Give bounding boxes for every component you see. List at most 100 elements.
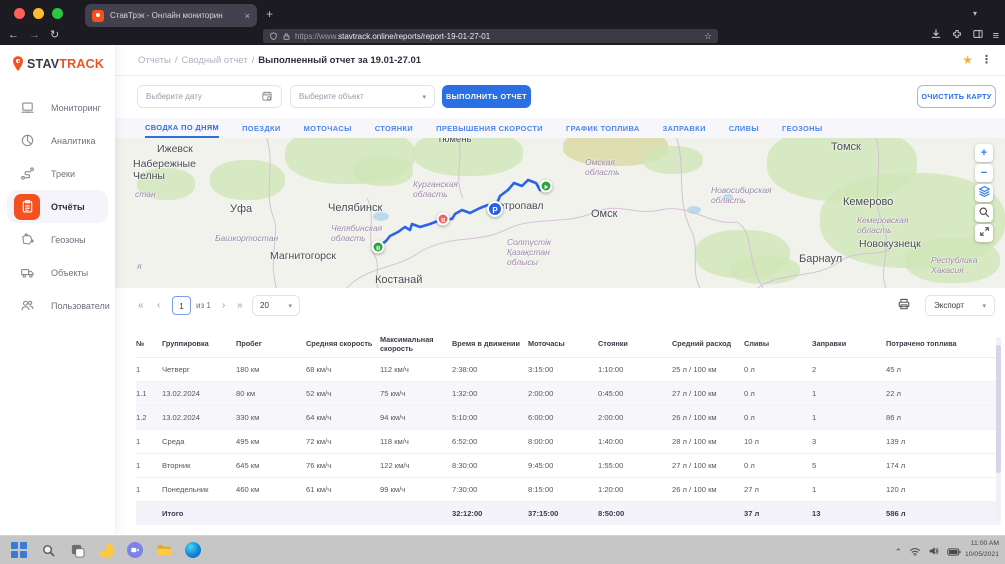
tab-motochasy[interactable]: МОТОЧАСЫ xyxy=(304,118,352,138)
date-picker-input[interactable]: Выберите дату xyxy=(137,85,282,108)
sidebar-item-tracks[interactable]: Треки xyxy=(0,157,115,190)
tab-stoyanki[interactable]: СТОЯНКИ xyxy=(375,118,413,138)
sidebar-item-reports[interactable]: Отчёты xyxy=(7,190,108,223)
night-mode-icon[interactable] xyxy=(97,541,115,559)
table-row[interactable]: 1.1 13.02.2024 80 км 52 км/ч 75 км/ч 1:3… xyxy=(136,382,1000,406)
table-header-cell[interactable]: Средняя скорость xyxy=(306,339,380,348)
scrollbar-thumb[interactable] xyxy=(996,345,1001,473)
chat-icon[interactable] xyxy=(126,541,144,559)
table-row[interactable]: 1 Вторник 645 км 76 км/ч 122 км/ч 8:30:0… xyxy=(136,454,1000,478)
file-explorer-icon[interactable] xyxy=(155,541,173,559)
prev-page-button[interactable]: ‹ xyxy=(157,299,160,313)
kebab-menu-icon[interactable]: ⋮ xyxy=(981,53,992,66)
stavtrack-logo[interactable]: STAVTRACK xyxy=(11,55,104,73)
table-header-cell[interactable]: Средний расход xyxy=(672,339,744,348)
tab-prevysheniya[interactable]: ПРЕВЫШЕНИЯ СКОРОСТИ xyxy=(436,118,543,138)
table-header-cell[interactable]: Пробег xyxy=(236,339,306,348)
sidebar-item-users[interactable]: Пользователи xyxy=(0,289,115,322)
map[interactable]: ТюменьИжевскНабережные ЧелныстанУфаБашко… xyxy=(115,138,1005,288)
table-header-cell[interactable]: Моточасы xyxy=(528,339,598,348)
tab-grafik-topliva[interactable]: ГРАФИК ТОПЛИВА xyxy=(566,118,640,138)
bookmark-star-icon[interactable]: ☆ xyxy=(704,31,712,42)
downloads-icon[interactable] xyxy=(930,27,942,45)
lock-icon[interactable] xyxy=(282,32,291,41)
next-page-button[interactable]: › xyxy=(222,299,225,313)
map-layers-button[interactable] xyxy=(975,184,993,202)
table-header-cell[interactable]: Время в движении xyxy=(452,339,528,348)
clear-map-button[interactable]: ОЧИСТИТЬ КАРТУ xyxy=(917,85,996,108)
menu-hamburger-icon[interactable]: ≡ xyxy=(993,30,999,42)
new-tab-button[interactable]: + xyxy=(266,8,273,20)
tab-close-icon[interactable]: × xyxy=(245,11,250,21)
favorite-star-icon[interactable]: ★ xyxy=(962,53,973,67)
table-scrollbar[interactable] xyxy=(996,337,1001,523)
forward-button[interactable]: → xyxy=(29,27,40,44)
table-row[interactable]: 1.2 13.02.2024 330 км 64 км/ч 94 км/ч 5:… xyxy=(136,406,1000,430)
wifi-icon[interactable] xyxy=(909,543,921,561)
tab-poezdki[interactable]: ПОЕЗДКИ xyxy=(242,118,281,138)
sidebar-panel-icon[interactable] xyxy=(972,27,984,45)
edge-browser-icon[interactable] xyxy=(184,541,202,559)
map-search-button[interactable] xyxy=(975,204,993,222)
battery-icon[interactable] xyxy=(947,543,961,561)
table-header-cell[interactable]: № xyxy=(136,339,162,348)
tab-geozony[interactable]: ГЕОЗОНЫ xyxy=(782,118,823,138)
run-report-button[interactable]: ВЫПОЛНИТЬ ОТЧЕТ xyxy=(442,85,531,108)
table-header-cell[interactable]: Потрачено топлива xyxy=(886,339,1000,348)
last-page-button[interactable]: » xyxy=(237,299,243,313)
parking-marker[interactable]: P xyxy=(487,201,503,217)
table-row[interactable]: 1 Четверг 180 км 68 км/ч 112 км/ч 2:38:0… xyxy=(136,358,1000,382)
extensions-icon[interactable] xyxy=(951,27,963,45)
browser-tab[interactable]: СтавТрэк - Онлайн мониторин × xyxy=(85,4,257,27)
minimize-window-button[interactable] xyxy=(33,8,44,19)
logo-pin-icon xyxy=(11,55,25,73)
current-page-input[interactable]: 1 xyxy=(172,296,191,315)
table-header-cell[interactable]: Заправки xyxy=(812,339,886,348)
close-window-button[interactable] xyxy=(14,8,25,19)
sidebar-item-analytics[interactable]: Аналитика xyxy=(0,124,115,157)
stop-marker[interactable] xyxy=(437,213,450,226)
sidebar-item-objects[interactable]: Объекты xyxy=(0,256,115,289)
table-header-cell[interactable]: Стоянки xyxy=(598,339,672,348)
print-button[interactable] xyxy=(897,297,911,313)
export-select[interactable]: Экспорт▾ xyxy=(925,295,995,316)
shield-icon[interactable] xyxy=(269,32,278,41)
tab-slivy[interactable]: СЛИВЫ xyxy=(729,118,759,138)
route-end-marker[interactable] xyxy=(372,241,385,254)
tab-svodka[interactable]: СВОДКА ПО ДНЯМ xyxy=(145,118,219,138)
tray-chevron-icon[interactable]: ⌃ xyxy=(894,547,902,558)
taskbar-search-icon[interactable] xyxy=(39,541,57,559)
table-header-cell[interactable]: Сливы xyxy=(744,339,812,348)
page-size-select[interactable]: 20▾ xyxy=(252,295,300,316)
table-header-cell[interactable]: Максимальная скорость xyxy=(380,335,452,353)
table-row[interactable]: 1 Понедельник 460 км 61 км/ч 99 км/ч 7:3… xyxy=(136,478,1000,502)
task-view-icon[interactable] xyxy=(68,541,86,559)
map-zoom-in-button[interactable]: + xyxy=(975,144,993,162)
tab-list-chevron-icon[interactable]: ▾ xyxy=(973,9,977,18)
map-fullscreen-button[interactable] xyxy=(975,224,993,242)
cell-avg-speed: 68 км/ч xyxy=(306,365,380,374)
route-start-marker[interactable] xyxy=(540,180,553,193)
maximize-window-button[interactable] xyxy=(52,8,63,19)
taskbar-clock[interactable]: 11:00 AM 10/05/2021 xyxy=(965,539,999,561)
breadcrumb-summary-report[interactable]: Сводный отчет xyxy=(181,55,247,66)
url-bar[interactable]: https://www.stavtrack.online/reports/rep… xyxy=(263,29,718,43)
cell-moving-time: 8:30:00 xyxy=(452,461,528,470)
cell-fuel-spent: 120 л xyxy=(886,485,1000,494)
volume-icon[interactable] xyxy=(928,543,940,561)
object-select[interactable]: Выберите объект ▾ xyxy=(290,85,435,108)
table-header-cell[interactable]: Группировка xyxy=(162,339,236,348)
calendar-icon[interactable] xyxy=(261,90,273,104)
cell-parking-time: 1:10:00 xyxy=(598,365,672,374)
first-page-button[interactable]: « xyxy=(138,299,144,313)
sidebar-item-monitoring[interactable]: Мониторинг xyxy=(0,91,115,124)
back-button[interactable]: ← xyxy=(8,27,19,44)
reload-button[interactable]: ↻ xyxy=(50,27,59,44)
sidebar-item-geozones[interactable]: Геозоны xyxy=(0,223,115,256)
cell-distance: 645 км xyxy=(236,461,306,470)
breadcrumb-reports[interactable]: Отчеты xyxy=(138,55,171,66)
start-button[interactable] xyxy=(10,541,28,559)
map-zoom-out-button[interactable]: − xyxy=(975,164,993,182)
tab-zapravki[interactable]: ЗАПРАВКИ xyxy=(663,118,706,138)
table-row[interactable]: 1 Среда 495 км 72 км/ч 118 км/ч 6:52:00 … xyxy=(136,430,1000,454)
